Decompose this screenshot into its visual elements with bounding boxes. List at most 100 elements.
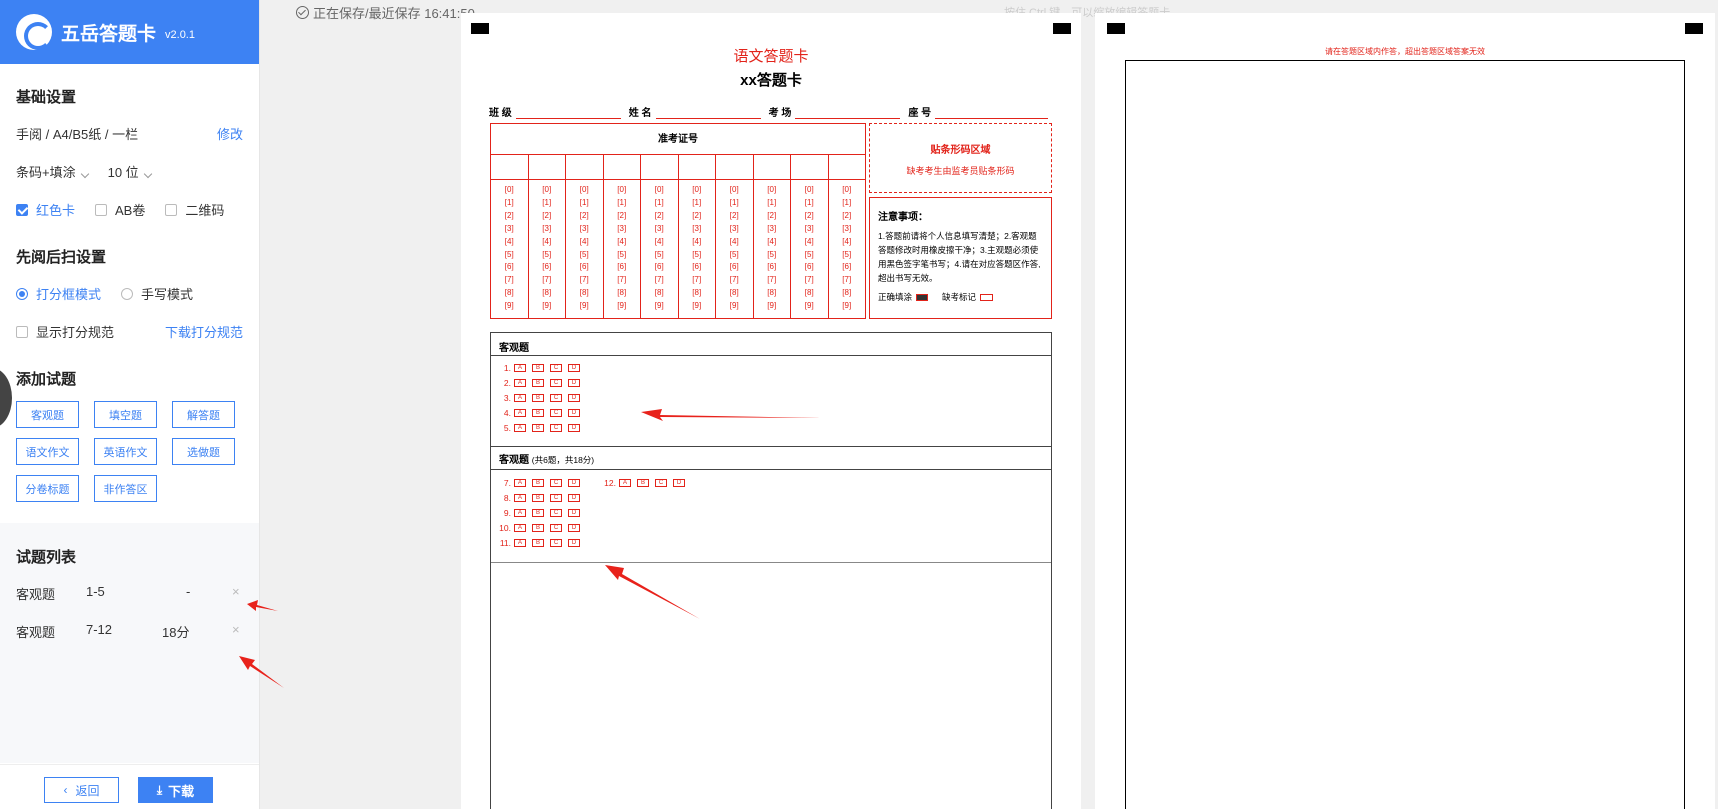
edit-mode-link[interactable]: 修改 xyxy=(217,124,243,143)
radio-score-box[interactable]: 打分框模式 xyxy=(16,284,101,303)
digit-bubble[interactable]: [8] xyxy=(580,287,589,300)
digit-bubble[interactable]: [9] xyxy=(617,300,626,313)
digit-bubble[interactable]: [3] xyxy=(542,223,551,236)
digit-bubble[interactable]: [3] xyxy=(655,223,664,236)
digit-bubble[interactable]: [6] xyxy=(767,261,776,274)
digit-bubble[interactable]: [0] xyxy=(655,184,664,197)
option-bubble[interactable]: C xyxy=(550,524,562,532)
digit-bubble[interactable]: [0] xyxy=(505,184,514,197)
add-chinese-essay-button[interactable]: 语文作文 xyxy=(16,438,79,465)
digit-bubble[interactable]: [6] xyxy=(542,261,551,274)
remove-icon[interactable]: × xyxy=(232,584,240,599)
digit-bubble[interactable]: [1] xyxy=(767,197,776,210)
digit-bubble[interactable]: [2] xyxy=(805,210,814,223)
option-bubble[interactable]: A xyxy=(514,394,526,402)
digit-bubble[interactable]: [5] xyxy=(805,249,814,262)
digit-bubble[interactable]: [6] xyxy=(730,261,739,274)
digit-bubble[interactable]: [9] xyxy=(767,300,776,313)
digit-bubble[interactable]: [7] xyxy=(617,274,626,287)
digit-column[interactable]: [0] [1] [2] [3] [4] [5] [6] [7] [8] [9] xyxy=(604,180,641,318)
option-bubble[interactable]: C xyxy=(550,494,562,502)
option-bubble[interactable]: D xyxy=(568,494,580,502)
digit-bubble[interactable]: [4] xyxy=(580,236,589,249)
digit-bubble[interactable]: [9] xyxy=(730,300,739,313)
option-bubble[interactable]: A xyxy=(514,494,526,502)
add-section-title-button[interactable]: 分卷标题 xyxy=(16,475,79,502)
digit-bubble[interactable]: [1] xyxy=(692,197,701,210)
option-bubble[interactable]: A xyxy=(514,509,526,517)
add-non-answer-area-button[interactable]: 非作答区 xyxy=(94,475,157,502)
digit-column[interactable]: [0] [1] [2] [3] [4] [5] [6] [7] [8] [9] xyxy=(679,180,716,318)
list-item[interactable]: 客观题 1-5 - × xyxy=(16,584,246,604)
option-bubble[interactable]: A xyxy=(514,409,526,417)
digit-bubble[interactable]: [7] xyxy=(505,274,514,287)
objective-row[interactable]: 10. A B C D xyxy=(497,523,586,533)
digit-bubble[interactable]: [0] xyxy=(805,184,814,197)
objective-row[interactable]: 9. A B C D xyxy=(497,508,586,518)
digit-bubble[interactable]: [3] xyxy=(692,223,701,236)
digit-bubble[interactable]: [4] xyxy=(692,236,701,249)
digit-bubble[interactable]: [0] xyxy=(767,184,776,197)
digit-bubble[interactable]: [3] xyxy=(617,223,626,236)
digit-bubble[interactable]: [4] xyxy=(767,236,776,249)
option-bubble[interactable]: D xyxy=(568,394,580,402)
digit-bubble[interactable]: [8] xyxy=(542,287,551,300)
option-bubble[interactable]: C xyxy=(550,424,562,432)
digit-bubble[interactable]: [6] xyxy=(505,261,514,274)
option-bubble[interactable]: D xyxy=(568,479,580,487)
objective-row[interactable]: 4. A B C D xyxy=(497,408,586,418)
objective-row[interactable]: 7. A B C D xyxy=(497,478,586,488)
digit-bubble[interactable]: [6] xyxy=(842,261,851,274)
objective-row[interactable]: 12. A B C D xyxy=(602,478,691,488)
digit-bubble[interactable]: [8] xyxy=(805,287,814,300)
digit-bubble[interactable]: [3] xyxy=(730,223,739,236)
digit-bubble[interactable]: [6] xyxy=(692,261,701,274)
digit-bubble[interactable]: [7] xyxy=(580,274,589,287)
digit-bubble[interactable]: [7] xyxy=(842,274,851,287)
download-button[interactable]: ⤓ 下载 xyxy=(138,777,213,803)
digit-bubble[interactable]: [3] xyxy=(580,223,589,236)
option-bubble[interactable]: D xyxy=(673,479,685,487)
option-bubble[interactable]: D xyxy=(568,364,580,372)
digit-bubble[interactable]: [5] xyxy=(767,249,776,262)
digit-bubble[interactable]: [3] xyxy=(767,223,776,236)
add-optional-button[interactable]: 选做题 xyxy=(172,438,235,465)
objective-row[interactable]: 1. A B C D xyxy=(497,363,586,373)
option-bubble[interactable]: B xyxy=(532,479,544,487)
digit-bubble[interactable]: [8] xyxy=(505,287,514,300)
option-bubble[interactable]: C xyxy=(550,409,562,417)
digit-bubble[interactable]: [0] xyxy=(580,184,589,197)
option-bubble[interactable]: D xyxy=(568,524,580,532)
objective-row[interactable]: 11. A B C D xyxy=(497,538,586,548)
option-bubble[interactable]: B xyxy=(637,479,649,487)
option-bubble[interactable]: B xyxy=(532,364,544,372)
option-bubble[interactable]: B xyxy=(532,494,544,502)
option-bubble[interactable]: A xyxy=(514,539,526,547)
digit-bubble[interactable]: [7] xyxy=(767,274,776,287)
digit-bubble[interactable]: [5] xyxy=(692,249,701,262)
digit-bubble[interactable]: [7] xyxy=(692,274,701,287)
radio-handwrite[interactable]: 手写模式 xyxy=(121,284,193,303)
option-bubble[interactable]: A xyxy=(514,479,526,487)
digit-column[interactable]: [0] [1] [2] [3] [4] [5] [6] [7] [8] [9] xyxy=(829,180,866,318)
digit-bubble[interactable]: [0] xyxy=(842,184,851,197)
digit-bubble[interactable]: [2] xyxy=(505,210,514,223)
digit-bubble[interactable]: [2] xyxy=(692,210,701,223)
option-bubble[interactable]: B xyxy=(532,524,544,532)
digit-bubble[interactable]: [5] xyxy=(505,249,514,262)
digit-bubble[interactable]: [2] xyxy=(767,210,776,223)
digit-bubble[interactable]: [8] xyxy=(655,287,664,300)
digit-bubble[interactable]: [8] xyxy=(617,287,626,300)
digit-bubble[interactable]: [2] xyxy=(580,210,589,223)
checkbox-red-card[interactable]: 红色卡 xyxy=(16,200,75,219)
digit-column[interactable]: [0] [1] [2] [3] [4] [5] [6] [7] [8] [9] xyxy=(491,180,529,318)
digit-bubble[interactable]: [5] xyxy=(580,249,589,262)
option-bubble[interactable]: C xyxy=(550,509,562,517)
digit-bubble[interactable]: [4] xyxy=(730,236,739,249)
objective-row[interactable]: 2. A B C D xyxy=(497,378,586,388)
exam-number-grid[interactable]: 准考证号 [0] [1] [2] [3] [4] [5] [6] [7] [8] [9] [0] [1… xyxy=(490,123,866,319)
option-bubble[interactable]: D xyxy=(568,379,580,387)
digit-bubble[interactable]: [1] xyxy=(842,197,851,210)
digits-select[interactable]: 10 位 xyxy=(108,162,152,181)
answer-card-page-1[interactable]: 语文答题卡 xx答题卡 班 级 姓 名 考 场 座 号 准考证号 [0] [1][… xyxy=(461,13,1081,809)
